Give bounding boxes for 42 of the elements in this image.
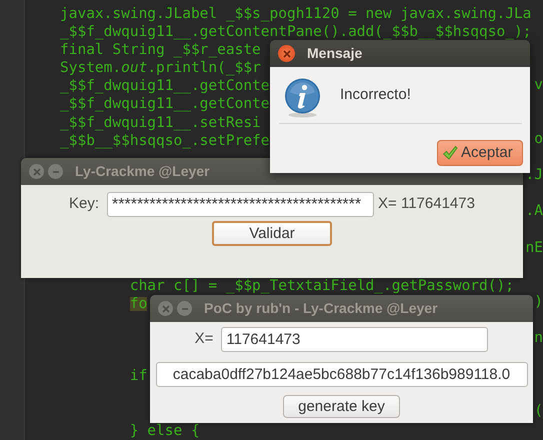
- check-icon: [442, 145, 458, 161]
- code-line: ): [534, 295, 543, 310]
- accept-button[interactable]: Aceptar: [437, 140, 523, 166]
- code-line: _$$f_dwquig11__.setResi: [60, 116, 261, 130]
- code-line: nE: [526, 240, 543, 256]
- window-title: PoC by rub'n - Ly-Crackme @Leyer: [204, 299, 438, 318]
- validate-button[interactable]: Validar: [212, 221, 332, 246]
- password-field[interactable]: ****************************************: [107, 192, 374, 217]
- close-button[interactable]: [29, 164, 44, 179]
- code-line: if: [130, 369, 148, 384]
- code-line: _$$f_dwquig11__.getConte: [60, 97, 270, 112]
- close-button[interactable]: [158, 301, 173, 316]
- close-icon: [162, 304, 170, 312]
- code-line: _$$b__$$hsqqso_.setPrefe: [60, 134, 270, 148]
- code-line: javax.swing.JLabel _$$s_pogh1120 = new javax.swing.JLa: [60, 6, 532, 22]
- key-field[interactable]: cacaba0dff27b124ae5bc688b77c14f136b989118.0: [156, 362, 528, 387]
- minimize-button[interactable]: [48, 164, 63, 179]
- close-icon: [282, 50, 290, 58]
- field-label: X=: [194, 329, 214, 350]
- code-line: (: [534, 404, 543, 418]
- close-icon: [32, 168, 40, 176]
- x-value-label: X= 117641473: [378, 194, 475, 214]
- message-text: Incorrecto!: [340, 84, 411, 105]
- code-line: } else {: [130, 424, 200, 438]
- code-line: v: [534, 78, 543, 92]
- code-line: .A: [526, 204, 543, 219]
- field-label: Key:: [69, 194, 100, 214]
- close-button[interactable]: [278, 45, 295, 62]
- generate-key-button[interactable]: generate key: [283, 395, 400, 418]
- code-line: char c[] = _$$p_TetxtaiField_.getPassword();: [130, 278, 514, 294]
- window-title: Mensaje: [307, 44, 362, 63]
- code-line: _$$f_dwquig11__.getContentPane().add(_$$b__$$hsqqso_);: [60, 24, 532, 40]
- code-line: .J: [526, 168, 543, 183]
- info-icon: [284, 78, 321, 118]
- code-line: n: [534, 331, 543, 346]
- code-line: o: [534, 132, 543, 146]
- code-line: _$$f_dwquig11__.getConte: [60, 79, 270, 94]
- code-line: final String _$$r_easte: [60, 43, 261, 58]
- window-title: Ly-Crackme @Leyer: [75, 162, 210, 181]
- code-line: System.out.println(_$$r: [60, 61, 261, 76]
- x-field[interactable]: 117641473: [221, 327, 488, 352]
- minimize-button[interactable]: [177, 301, 192, 316]
